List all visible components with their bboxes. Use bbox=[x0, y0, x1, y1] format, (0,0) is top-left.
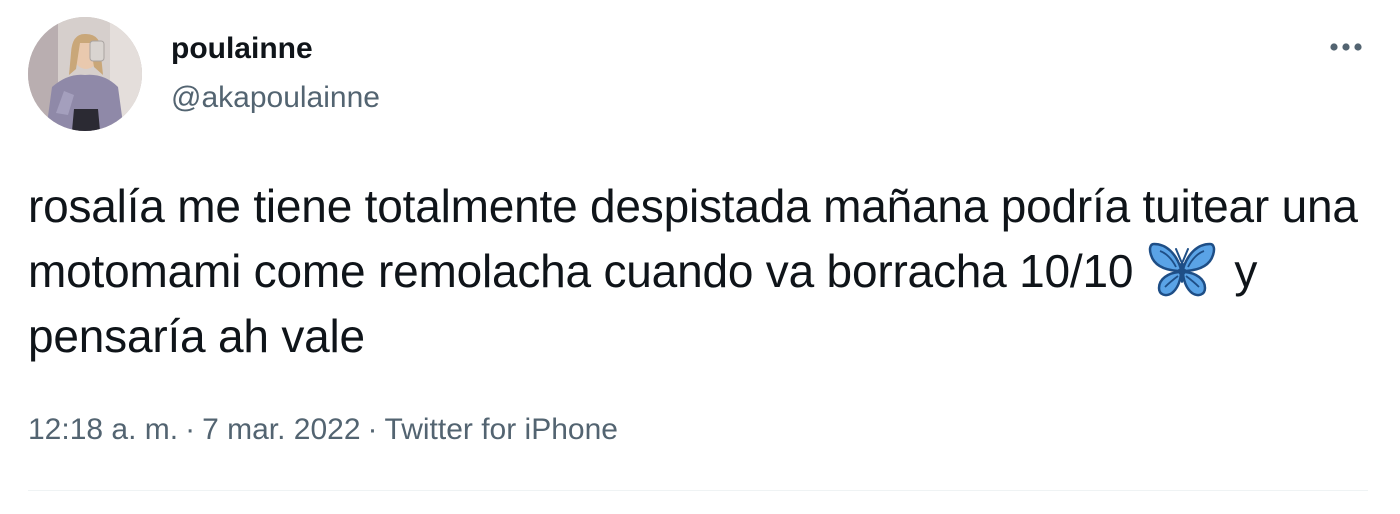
tweet-source[interactable]: Twitter for iPhone bbox=[385, 413, 618, 446]
more-options-button[interactable] bbox=[1326, 32, 1366, 62]
tweet-date[interactable]: 7 mar. 2022 bbox=[202, 413, 360, 446]
tweet-time[interactable]: 12:18 a. m. bbox=[28, 413, 178, 446]
tweet-text: rosalía me tiene totalmente despistada m… bbox=[28, 174, 1368, 369]
butterfly-emoji bbox=[1148, 241, 1216, 299]
meta-separator: · bbox=[185, 413, 196, 446]
avatar-photo bbox=[28, 17, 142, 131]
author-display-name[interactable]: poulainne bbox=[171, 31, 313, 67]
meta-separator: · bbox=[367, 413, 378, 446]
avatar[interactable] bbox=[28, 17, 142, 131]
author-handle[interactable]: @akapoulainne bbox=[171, 80, 380, 116]
divider bbox=[28, 490, 1368, 491]
tweet-card: poulainne @akapoulainne rosalía me tiene… bbox=[0, 0, 1400, 514]
more-options-icon bbox=[1330, 43, 1362, 51]
tweet-meta: 12:18 a. m. · 7 mar. 2022 · Twitter for iPho… bbox=[28, 412, 618, 448]
